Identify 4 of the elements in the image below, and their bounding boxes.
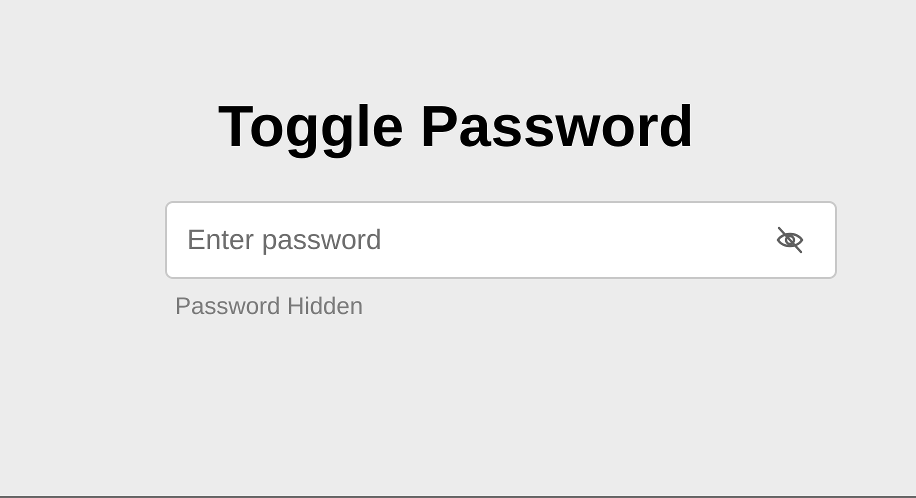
password-field[interactable]: Enter password <box>165 201 837 279</box>
password-input[interactable]: Enter password <box>187 224 773 256</box>
status-text: Password Hidden <box>175 293 364 321</box>
page-title: Toggle Password <box>217 93 695 161</box>
